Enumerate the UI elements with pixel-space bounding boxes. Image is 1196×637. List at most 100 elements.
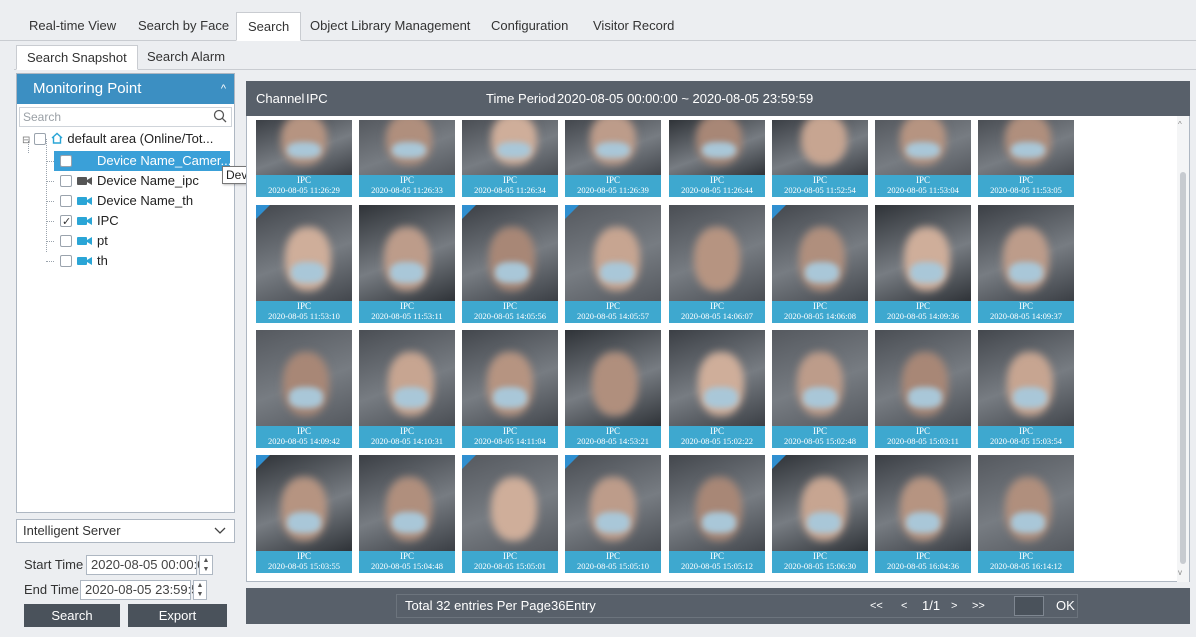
snapshot-thumbnail[interactable]: IPC 2020-08-05 11:53:10 bbox=[256, 205, 352, 323]
snapshot-thumbnail[interactable]: IPC 2020-08-05 11:26:34 bbox=[462, 120, 558, 197]
chevron-up-icon[interactable]: ^ bbox=[221, 74, 226, 104]
export-button[interactable]: Export bbox=[128, 604, 227, 627]
snapshot-thumbnail[interactable]: IPC 2020-08-05 15:04:48 bbox=[359, 455, 455, 573]
tab-search-alarm[interactable]: Search Alarm bbox=[137, 45, 235, 70]
tree-node-default-area[interactable]: ⊟ default area (Online/Tot... bbox=[22, 129, 213, 149]
tree-item-pt[interactable]: pt bbox=[60, 231, 108, 251]
search-button[interactable]: Search bbox=[24, 604, 120, 627]
prev-page-button[interactable]: < bbox=[901, 588, 907, 624]
tree-item-device-ipc[interactable]: Device Name_ipc bbox=[60, 171, 199, 191]
tree-item-device-th[interactable]: Device Name_th bbox=[60, 191, 193, 211]
snapshot-thumbnail[interactable]: IPC 2020-08-05 15:05:12 bbox=[669, 455, 765, 573]
snapshot-channel: IPC bbox=[605, 426, 620, 436]
scroll-down-arrow-icon[interactable]: v bbox=[1178, 568, 1182, 577]
snapshot-thumbnail[interactable]: IPC 2020-08-05 15:06:30 bbox=[772, 455, 868, 573]
tab-search-by-face[interactable]: Search by Face bbox=[127, 12, 240, 41]
snapshot-thumbnail[interactable]: IPC 2020-08-05 11:52:54 bbox=[772, 120, 868, 197]
tree-item-ipc[interactable]: IPC bbox=[60, 211, 119, 232]
tab-search-snapshot[interactable]: Search Snapshot bbox=[16, 45, 138, 70]
go-ok-button[interactable]: OK bbox=[1056, 588, 1075, 624]
snapshot-thumbnail[interactable]: IPC 2020-08-05 15:05:01 bbox=[462, 455, 558, 573]
snapshot-time: 2020-08-05 14:09:42 bbox=[267, 436, 340, 446]
snapshot-time: 2020-08-05 15:03:11 bbox=[887, 436, 959, 446]
snapshot-thumbnail[interactable]: IPC 2020-08-05 15:03:54 bbox=[978, 330, 1074, 448]
chevron-down-icon[interactable] bbox=[214, 520, 226, 542]
vertical-scrollbar[interactable]: ^ v bbox=[1177, 116, 1189, 582]
checkbox[interactable] bbox=[60, 175, 72, 187]
server-select[interactable]: Intelligent Server bbox=[16, 519, 235, 543]
monitoring-point-header[interactable]: Monitoring Point ^ bbox=[17, 74, 234, 104]
first-page-button[interactable]: << bbox=[870, 588, 883, 624]
snapshot-caption: IPC 2020-08-05 15:05:12 bbox=[669, 551, 765, 573]
snapshot-time: 2020-08-05 15:04:48 bbox=[370, 561, 443, 571]
snapshot-thumbnail[interactable]: IPC 2020-08-05 15:02:22 bbox=[669, 330, 765, 448]
snapshot-grid: IPC 2020-08-05 11:26:29 IPC 2020-08-05 1… bbox=[246, 116, 1190, 582]
snapshot-thumbnail[interactable]: IPC 2020-08-05 14:06:08 bbox=[772, 205, 868, 323]
snapshot-caption: IPC 2020-08-05 15:05:10 bbox=[565, 551, 661, 573]
snapshot-thumbnail[interactable]: IPC 2020-08-05 16:04:36 bbox=[875, 455, 971, 573]
checkbox[interactable] bbox=[34, 133, 47, 145]
snapshot-caption: IPC 2020-08-05 14:11:04 bbox=[462, 426, 558, 448]
checkbox[interactable] bbox=[60, 195, 72, 207]
scroll-thumb[interactable] bbox=[1180, 172, 1186, 564]
end-time-input[interactable]: 2020-08-05 23:59:59 bbox=[80, 580, 206, 600]
snapshot-thumbnail[interactable]: IPC 2020-08-05 15:03:55 bbox=[256, 455, 352, 573]
face-mask bbox=[807, 512, 841, 533]
snapshot-caption: IPC 2020-08-05 14:06:08 bbox=[772, 301, 868, 323]
next-page-button[interactable]: > bbox=[951, 588, 957, 624]
snapshot-thumbnail[interactable]: IPC 2020-08-05 15:03:11 bbox=[875, 330, 971, 448]
snapshot-thumbnail[interactable]: IPC 2020-08-05 11:26:33 bbox=[359, 120, 455, 197]
snapshot-thumbnail[interactable]: IPC 2020-08-05 14:53:21 bbox=[565, 330, 661, 448]
tab-real-time-view[interactable]: Real-time View bbox=[18, 12, 127, 41]
device-search-input[interactable] bbox=[20, 108, 205, 126]
snapshot-thumbnail[interactable]: IPC 2020-08-05 14:06:07 bbox=[669, 205, 765, 323]
snapshot-thumbnail[interactable]: IPC 2020-08-05 14:05:56 bbox=[462, 205, 558, 323]
last-page-button[interactable]: >> bbox=[972, 588, 985, 624]
snapshot-thumbnail[interactable]: IPC 2020-08-05 14:10:31 bbox=[359, 330, 455, 448]
page-number-input[interactable] bbox=[1014, 596, 1044, 616]
snapshot-thumbnail[interactable]: IPC 2020-08-05 11:26:29 bbox=[256, 120, 352, 197]
snapshot-time: 2020-08-05 14:09:37 bbox=[989, 311, 1062, 321]
snapshot-caption: IPC 2020-08-05 11:53:11 bbox=[359, 301, 455, 323]
checkbox[interactable] bbox=[60, 155, 72, 167]
tree-item-th[interactable]: th bbox=[60, 251, 108, 271]
camera-icon bbox=[77, 237, 92, 245]
snapshot-caption: IPC 2020-08-05 11:26:44 bbox=[669, 175, 765, 197]
snapshot-time: 2020-08-05 14:06:07 bbox=[680, 311, 753, 321]
snapshot-thumbnail[interactable]: IPC 2020-08-05 14:09:37 bbox=[978, 205, 1074, 323]
camera-icon bbox=[77, 156, 93, 166]
snapshot-thumbnail[interactable]: IPC 2020-08-05 15:05:10 bbox=[565, 455, 661, 573]
checkbox[interactable] bbox=[60, 235, 72, 247]
tab-visitor-record[interactable]: Visitor Record bbox=[582, 12, 685, 41]
snapshot-thumbnail[interactable]: IPC 2020-08-05 11:53:05 bbox=[978, 120, 1074, 197]
snapshot-thumbnail[interactable]: IPC 2020-08-05 11:26:44 bbox=[669, 120, 765, 197]
snapshot-thumbnail[interactable]: IPC 2020-08-05 15:02:48 bbox=[772, 330, 868, 448]
end-time-spinner[interactable]: ▲ ▼ bbox=[193, 580, 207, 600]
start-time-spinner[interactable]: ▲ ▼ bbox=[199, 555, 213, 575]
checkbox[interactable] bbox=[60, 255, 72, 267]
flag-corner-icon bbox=[772, 205, 786, 219]
scroll-up-arrow-icon[interactable]: ^ bbox=[1178, 120, 1182, 129]
snapshot-thumbnail[interactable]: IPC 2020-08-05 14:11:04 bbox=[462, 330, 558, 448]
search-icon[interactable] bbox=[213, 109, 227, 123]
snapshot-thumbnail[interactable]: IPC 2020-08-05 11:26:39 bbox=[565, 120, 661, 197]
snapshot-channel: IPC bbox=[915, 426, 930, 436]
snapshot-thumbnail[interactable]: IPC 2020-08-05 14:09:42 bbox=[256, 330, 352, 448]
snapshot-thumbnail[interactable]: IPC 2020-08-05 14:05:57 bbox=[565, 205, 661, 323]
tab-object-library-management[interactable]: Object Library Management bbox=[299, 12, 481, 41]
checkbox-checked[interactable] bbox=[60, 212, 72, 232]
tab-configuration[interactable]: Configuration bbox=[480, 12, 579, 41]
snapshot-thumbnail[interactable]: IPC 2020-08-05 16:14:12 bbox=[978, 455, 1074, 573]
blurred-face bbox=[592, 352, 638, 416]
pagination-bar: Total 32 entries Per Page36Entry << < 1/… bbox=[246, 588, 1190, 624]
snapshot-thumbnail[interactable]: IPC 2020-08-05 11:53:11 bbox=[359, 205, 455, 323]
tab-search[interactable]: Search bbox=[236, 12, 302, 41]
snapshot-time: 2020-08-05 14:53:21 bbox=[576, 436, 649, 446]
face-mask bbox=[390, 262, 424, 283]
start-time-input[interactable]: 2020-08-05 00:00:00 bbox=[86, 555, 212, 575]
snapshot-thumbnail[interactable]: IPC 2020-08-05 14:09:36 bbox=[875, 205, 971, 323]
tree-item-device-camera01[interactable]: Device Name_Camer... bbox=[54, 151, 231, 171]
collapse-icon[interactable]: ⊟ bbox=[22, 135, 30, 146]
snapshot-thumbnail[interactable]: IPC 2020-08-05 11:53:04 bbox=[875, 120, 971, 197]
face-mask bbox=[287, 142, 321, 159]
